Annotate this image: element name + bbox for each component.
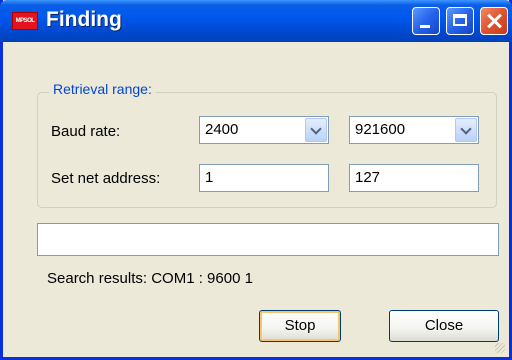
search-results-text: Search results: COM1 : 9600 1 [47,270,253,287]
baud-rate-from-select[interactable]: 2400 [199,116,329,144]
window-title: Finding [46,8,122,31]
minimize-icon[interactable] [412,7,440,35]
retrieval-range-legend: Retrieval range: [49,81,156,97]
close-button[interactable]: Close [389,310,499,342]
chevron-down-icon[interactable] [305,118,327,142]
baud-rate-label: Baud rate: [51,123,121,140]
progress-field[interactable] [37,223,499,256]
maximize-icon[interactable] [446,7,474,35]
stop-button[interactable]: Stop [259,310,341,342]
baud-rate-to-select[interactable]: 921600 [349,116,479,144]
close-icon[interactable] [480,7,508,35]
resize-grip[interactable] [495,343,505,353]
app-icon: MPSOL [12,12,38,30]
net-address-from-value: 1 [205,169,214,186]
title-bar[interactable]: MPSOL Finding [0,0,512,42]
baud-rate-to-value: 921600 [355,121,406,138]
net-address-to-value: 127 [355,169,381,186]
net-address-to-field[interactable]: 127 [349,164,479,192]
net-address-from-field[interactable]: 1 [199,164,329,192]
chevron-down-icon[interactable] [455,118,477,142]
finding-dialog: MPSOL Finding Retrieval range: Baud rate… [0,0,512,360]
net-address-label: Set net address: [51,170,161,187]
baud-rate-from-value: 2400 [205,121,239,138]
